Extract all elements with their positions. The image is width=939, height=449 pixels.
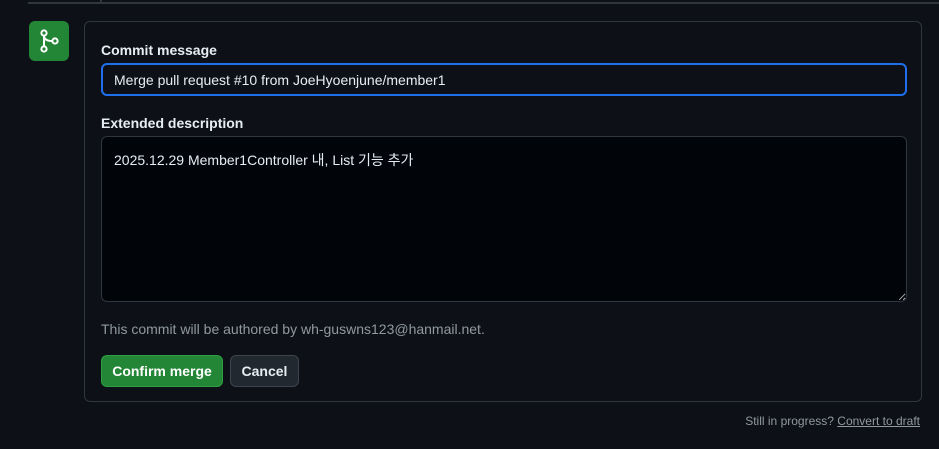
convert-to-draft-link[interactable]: Convert to draft [837, 414, 920, 428]
draft-footer: Still in progress? Convert to draft [745, 414, 920, 428]
merge-form-panel: Commit message Extended description 2025… [84, 21, 922, 402]
confirm-merge-button[interactable]: Confirm merge [101, 355, 223, 387]
extended-description-textarea[interactable]: 2025.12.29 Member1Controller 내, List 기능 … [101, 136, 907, 302]
commit-message-input[interactable] [101, 63, 907, 96]
timeline-divider-tick [100, 0, 102, 4]
draft-prompt: Still in progress? [745, 414, 834, 428]
git-merge-icon [29, 21, 69, 61]
cancel-button[interactable]: Cancel [230, 355, 299, 387]
timeline-divider [28, 2, 939, 4]
commit-message-label: Commit message [101, 42, 217, 58]
author-note: This commit will be authored by wh-guswn… [101, 321, 485, 337]
extended-description-label: Extended description [101, 115, 244, 131]
